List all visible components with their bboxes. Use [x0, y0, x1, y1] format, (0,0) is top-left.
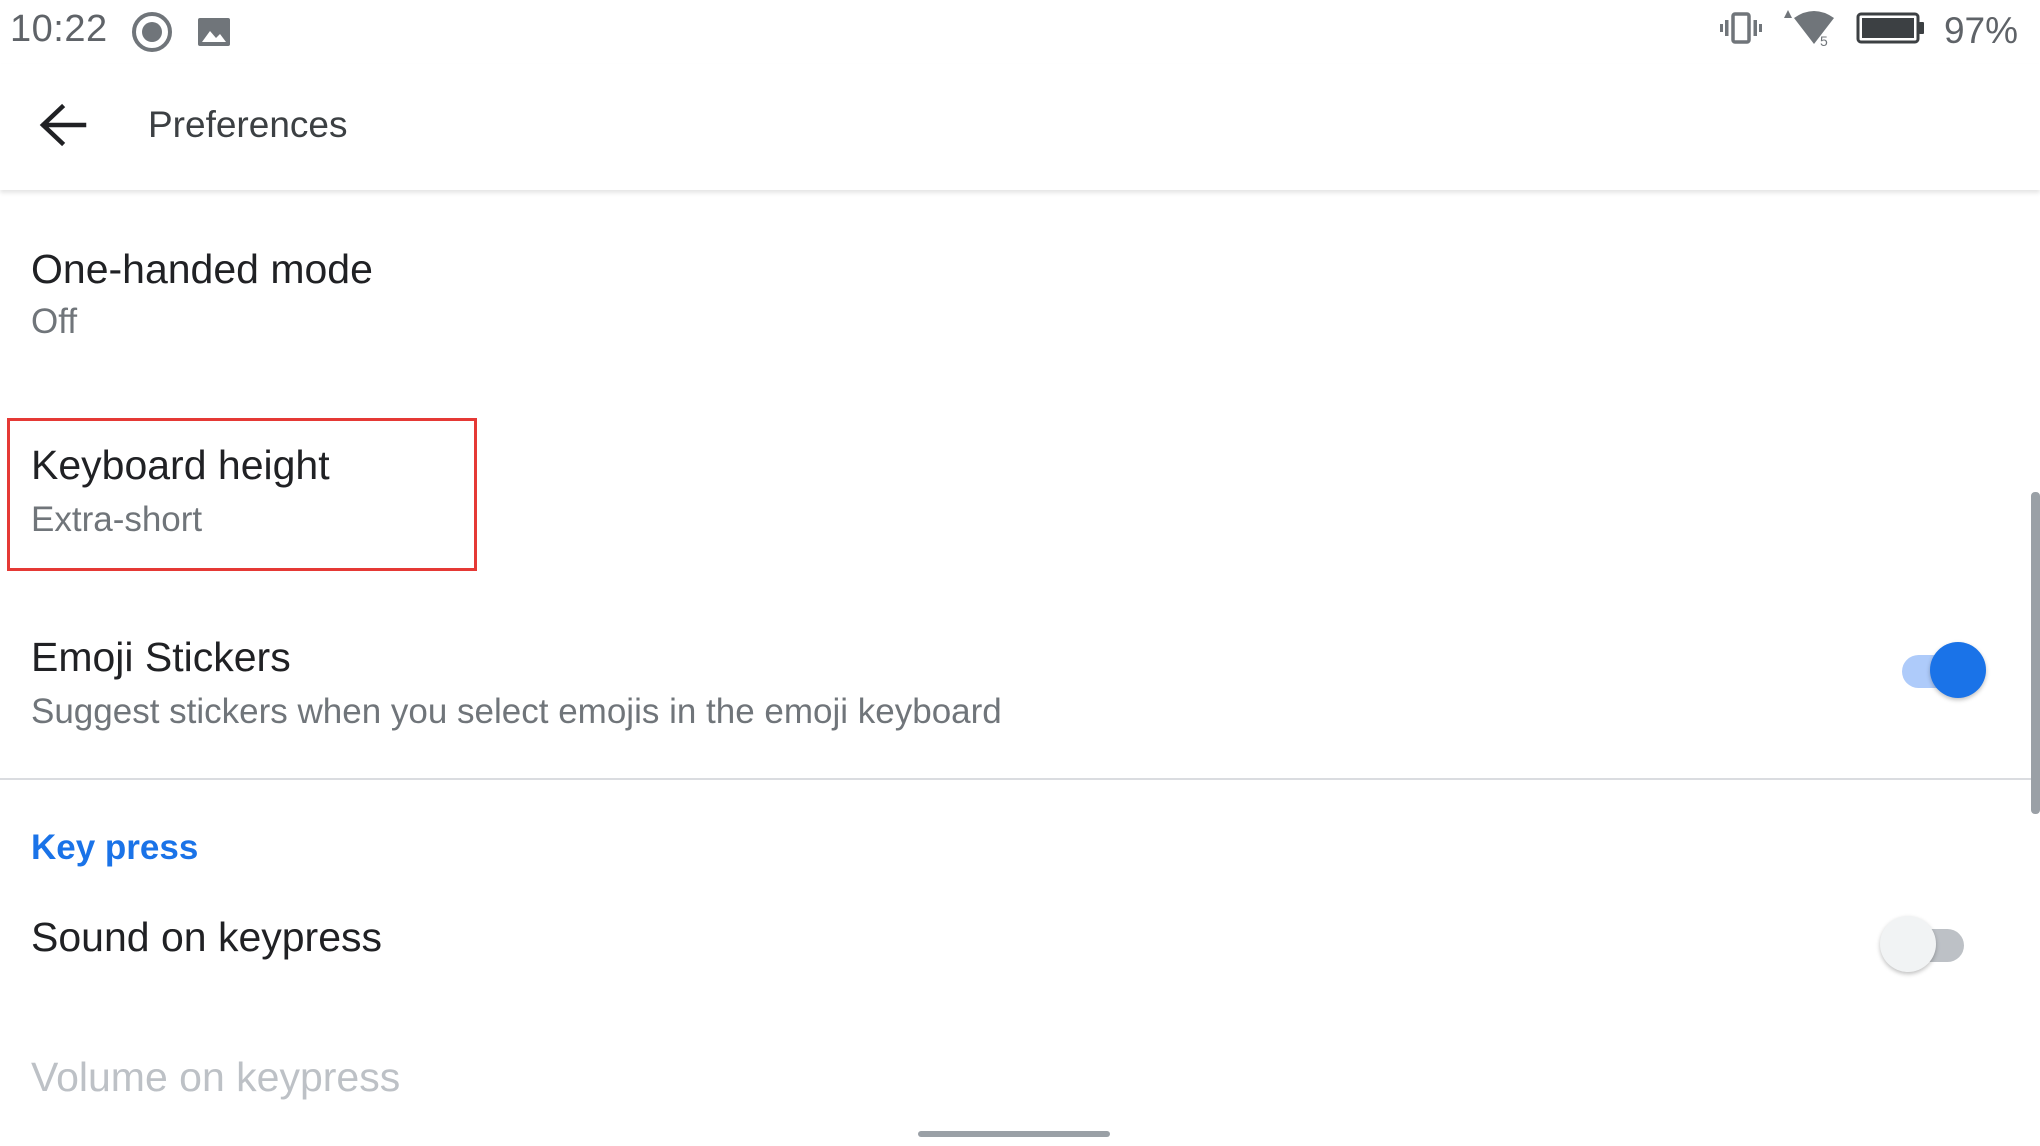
pref-summary: Suggest stickers when you select emojis …: [31, 692, 1002, 731]
vibrate-icon: [1719, 8, 1762, 53]
back-button[interactable]: [30, 94, 96, 160]
app-bar: Preferences: [0, 64, 2040, 190]
toggle-thumb: [1930, 642, 1986, 698]
pref-one-handed-mode[interactable]: One-handed mode Off: [0, 190, 2040, 380]
pref-summary: Off: [31, 302, 78, 341]
section-header-key-press: Key press: [31, 828, 199, 867]
gesture-nav-handle[interactable]: [918, 1131, 1110, 1137]
emoji-stickers-toggle[interactable]: [1898, 640, 1988, 700]
status-left-icons: [130, 10, 234, 59]
toggle-thumb: [1880, 916, 1936, 972]
wifi-icon: 5: [1780, 8, 1838, 53]
pref-title: Volume on keypress: [31, 1054, 401, 1100]
section-divider: [0, 778, 2040, 780]
pref-title: Emoji Stickers: [31, 634, 291, 680]
image-icon: [194, 12, 234, 57]
arrow-back-icon: [38, 103, 88, 152]
scrollbar[interactable]: [2031, 492, 2040, 814]
pref-title: One-handed mode: [31, 246, 373, 292]
battery-percent: 97%: [1943, 9, 2018, 51]
svg-text:5: 5: [1820, 33, 1828, 48]
pref-sound-on-keypress[interactable]: Sound on keypress: [0, 890, 2040, 1020]
preferences-screen: 10:22 5 97% Preferences One-handed mode …: [0, 0, 2040, 1146]
battery-icon: [1856, 10, 1926, 51]
sound-on-keypress-toggle[interactable]: [1880, 914, 1970, 974]
page-title: Preferences: [148, 104, 348, 145]
preferences-list: One-handed mode Off Keyboard height Extr…: [0, 190, 2040, 1146]
status-time: 10:22: [10, 8, 108, 50]
status-bar: 10:22 5 97%: [0, 0, 2040, 64]
status-right: 5 97%: [1719, 8, 2018, 53]
pref-title: Sound on keypress: [31, 914, 383, 960]
record-icon: [130, 10, 174, 59]
pref-emoji-stickers[interactable]: Emoji Stickers Suggest stickers when you…: [0, 610, 2040, 770]
pref-volume-on-keypress: Volume on keypress: [0, 1030, 2040, 1140]
highlight-box: [7, 418, 477, 571]
